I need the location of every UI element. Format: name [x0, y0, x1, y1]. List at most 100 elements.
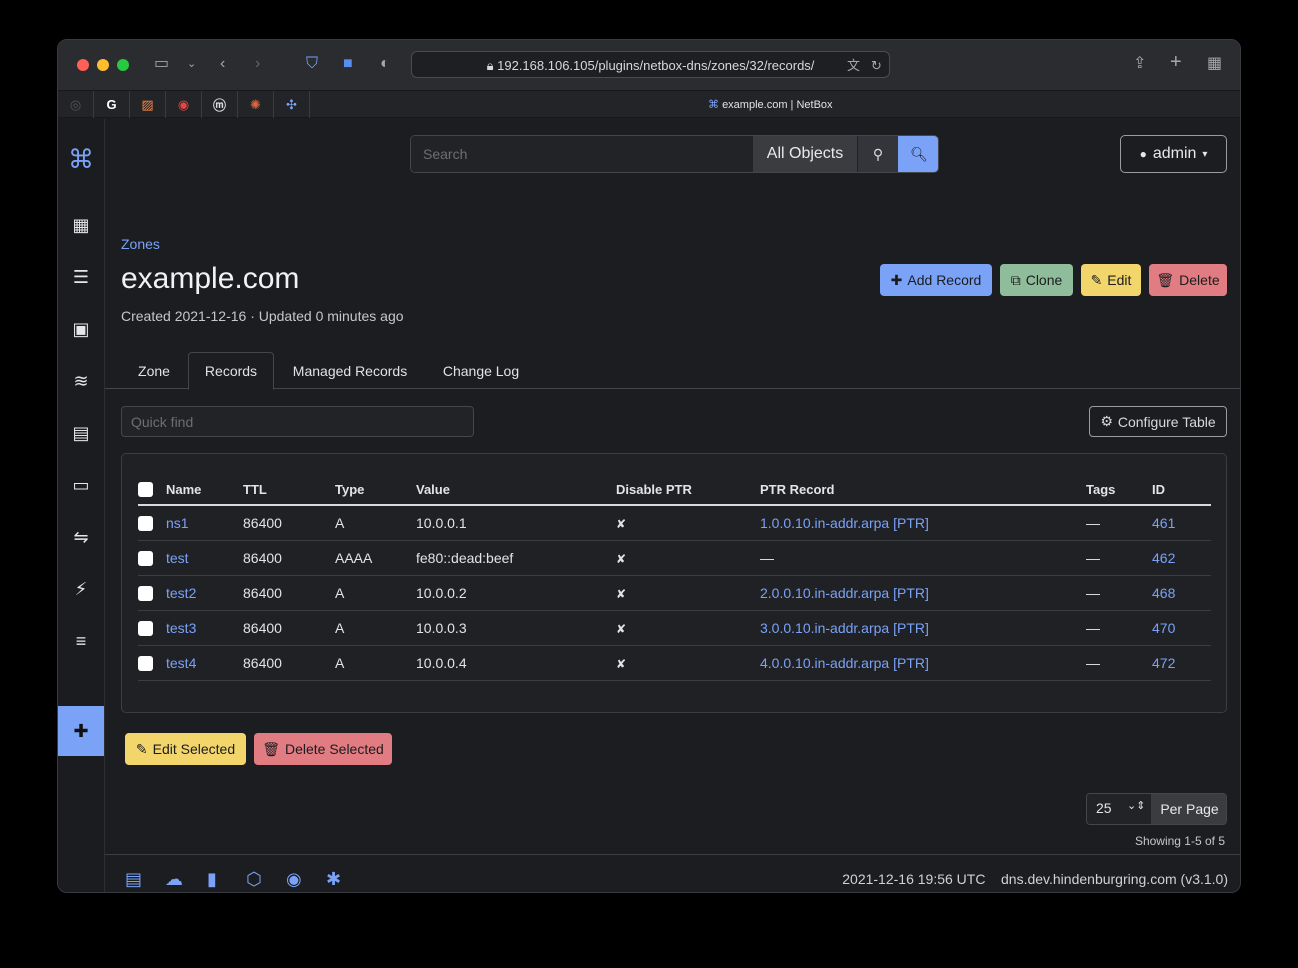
netbox-logo-icon[interactable]: ⌘: [58, 134, 104, 184]
power-icon[interactable]: ⚡︎: [58, 564, 104, 614]
pinned-tab-6[interactable]: ✺: [238, 91, 274, 118]
col-name[interactable]: Name: [166, 474, 243, 506]
row-checkbox[interactable]: [138, 620, 153, 636]
translate-icon[interactable]: 文: [847, 56, 860, 76]
share-icon[interactable]: ⇪: [1133, 54, 1146, 74]
zoom-window-button[interactable]: [117, 59, 129, 71]
row-checkbox[interactable]: [138, 655, 153, 671]
pinned-tab-4[interactable]: ◉: [166, 91, 202, 118]
tab-managed-records[interactable]: Managed Records: [279, 352, 421, 389]
row-checkbox[interactable]: [138, 585, 153, 601]
record-id[interactable]: 470: [1152, 620, 1175, 636]
col-disable-ptr[interactable]: Disable PTR: [616, 474, 760, 506]
organization-icon[interactable]: ▦: [58, 200, 104, 250]
pinned-tab-7[interactable]: ✣: [274, 91, 310, 118]
edit-button[interactable]: ✎ Edit: [1081, 264, 1141, 296]
record-value-cell: 10.0.0.4: [416, 645, 616, 681]
pinned-tab-2[interactable]: G: [94, 91, 130, 118]
new-tab-icon[interactable]: +: [1170, 52, 1182, 72]
shield-extension-icon[interactable]: ⛉: [306, 54, 318, 74]
address-bar[interactable]: 🔒︎ 192.168.106.105/plugins/netbox-dns/zo…: [411, 51, 890, 78]
bookmark-icon[interactable]: ▮: [207, 869, 217, 890]
col-type[interactable]: Type: [335, 474, 416, 506]
record-name[interactable]: test4: [166, 655, 196, 671]
record-disable-ptr-cell: ✘: [616, 610, 760, 646]
slack-icon[interactable]: ✱: [326, 869, 341, 890]
delete-selected-button[interactable]: 🗑︎ Delete Selected: [254, 733, 392, 765]
col-id[interactable]: ID: [1152, 474, 1211, 506]
pinned-tab-3[interactable]: ▨: [130, 91, 166, 118]
pinned-tab-1[interactable]: ◎: [58, 91, 94, 118]
back-icon[interactable]: ‹: [220, 54, 225, 74]
record-id[interactable]: 472: [1152, 655, 1175, 671]
wireless-icon[interactable]: ≋: [58, 356, 104, 406]
close-window-button[interactable]: [77, 59, 89, 71]
clone-button[interactable]: ⧉ Clone: [1000, 264, 1073, 296]
record-type: A: [335, 619, 345, 636]
forward-icon[interactable]: ›: [255, 54, 260, 74]
col-value[interactable]: Value: [416, 474, 616, 506]
record-ptr[interactable]: 2.0.0.10.in-addr.arpa [PTR]: [760, 585, 929, 601]
tab-overview-icon[interactable]: ▦: [1207, 54, 1222, 74]
tab-records[interactable]: Records: [188, 352, 274, 390]
record-id-cell: 472: [1152, 645, 1211, 681]
filter-icon[interactable]: ⚲: [857, 136, 898, 172]
user-menu-button[interactable]: ● admin ▾: [1120, 135, 1227, 173]
plugins-icon[interactable]: ✚: [58, 706, 104, 756]
github-icon[interactable]: ◉: [286, 869, 302, 890]
graphql-icon[interactable]: ⬡: [246, 869, 262, 890]
active-tab[interactable]: ⌘ example.com | NetBox: [708, 98, 833, 111]
record-name[interactable]: test2: [166, 585, 196, 601]
record-name[interactable]: test: [166, 550, 189, 566]
delete-button[interactable]: 🗑︎ Delete: [1149, 264, 1227, 296]
record-value: 10.0.0.2: [416, 584, 467, 601]
sidebar-toggle-icon[interactable]: ▭: [154, 54, 169, 74]
browser-window: ▭ ⌄ ‹ › ⛉ ■ ◐ 🔒︎ 192.168.106.105/plugins…: [57, 39, 1241, 893]
circuits-icon[interactable]: ▤: [58, 408, 104, 458]
record-id[interactable]: 461: [1152, 515, 1175, 531]
edit-selected-button[interactable]: ✎ Edit Selected: [125, 733, 246, 765]
customization-icon[interactable]: ⇋: [58, 512, 104, 562]
virtualization-icon[interactable]: ▭: [58, 460, 104, 510]
record-tags: —: [1086, 549, 1100, 566]
minimize-window-button[interactable]: [97, 59, 109, 71]
table-row: test4 86400 A 10.0.0.4 ✘ 4.0.0.10.in-addr.arp…: [138, 645, 1211, 681]
tab-zone[interactable]: Zone: [121, 352, 187, 389]
reload-icon[interactable]: ↻: [871, 56, 882, 76]
breadcrumb[interactable]: Zones: [121, 236, 160, 252]
record-ptr[interactable]: 3.0.0.10.in-addr.arpa [PTR]: [760, 620, 929, 636]
api-cloud-icon[interactable]: ☁: [165, 869, 183, 890]
search-input[interactable]: [411, 136, 753, 172]
record-ptr[interactable]: 1.0.0.10.in-addr.arpa [PTR]: [760, 515, 929, 531]
ipam-icon[interactable]: ▣: [58, 304, 104, 354]
select-all-checkbox[interactable]: [138, 482, 153, 498]
record-disable-ptr-cell: ✘: [616, 645, 760, 681]
search-scope-dropdown[interactable]: All Objects: [753, 136, 857, 172]
password-manager-icon[interactable]: ■: [343, 54, 353, 74]
privacy-icon[interactable]: ◐: [380, 54, 390, 74]
row-checkbox[interactable]: [138, 516, 153, 532]
devices-icon[interactable]: ☰: [58, 252, 104, 302]
chevron-down-icon[interactable]: ⌄: [187, 54, 196, 74]
record-name[interactable]: test3: [166, 620, 196, 636]
record-id[interactable]: 468: [1152, 585, 1175, 601]
quick-find-input[interactable]: [121, 406, 474, 437]
per-page-select[interactable]: 25 ⌄⇕: [1087, 794, 1151, 824]
row-checkbox[interactable]: [138, 550, 153, 566]
col-tags[interactable]: Tags: [1086, 474, 1152, 506]
record-name[interactable]: ns1: [166, 515, 189, 531]
record-disable-ptr: ✘: [616, 656, 627, 671]
col-ptr-record[interactable]: PTR Record: [760, 474, 1086, 506]
col-ttl[interactable]: TTL: [243, 474, 335, 506]
pinned-tab-5[interactable]: ⓜ: [202, 91, 238, 118]
record-ptr[interactable]: 4.0.0.10.in-addr.arpa [PTR]: [760, 655, 929, 671]
configure-table-button[interactable]: ⚙ Configure Table: [1089, 406, 1227, 437]
records-table: Name TTL Type Value Disable PTR PTR Reco…: [138, 474, 1211, 681]
tab-change-log[interactable]: Change Log: [429, 352, 533, 389]
add-record-button[interactable]: ✚ Add Record: [880, 264, 992, 296]
records-card: Name TTL Type Value Disable PTR PTR Reco…: [121, 453, 1227, 713]
docs-icon[interactable]: ▤: [125, 869, 142, 890]
search-icon[interactable]: 🔍︎: [898, 136, 938, 172]
logging-icon[interactable]: ≡: [58, 616, 104, 666]
record-id[interactable]: 462: [1152, 550, 1175, 566]
